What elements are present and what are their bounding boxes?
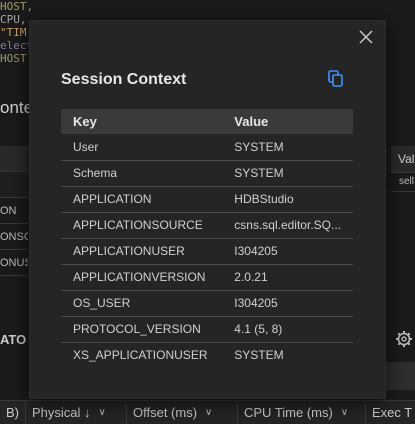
- table-row: APPLICATIONSOURCE csns.sql.editor.SQ...: [61, 212, 353, 239]
- background-input[interactable]: [383, 362, 415, 390]
- background-column-headers: B) Physical ↓ ∨ Offset (ms) ∨ CPU Time (…: [0, 400, 415, 424]
- column-header[interactable]: B): [0, 401, 26, 424]
- close-icon: [359, 30, 373, 44]
- column-header-label: CPU Time (ms): [244, 405, 333, 420]
- column-header-label: Physical ↓: [32, 405, 91, 420]
- key-cell: APPLICATIONVERSION: [61, 264, 223, 291]
- background-value-cell: sell: [391, 172, 415, 192]
- key-cell: PROTOCOL_VERSION: [61, 316, 223, 343]
- table-row: OS_USER I304205: [61, 290, 353, 317]
- key-cell: APPLICATIONSOURCE: [61, 212, 223, 239]
- background-row: ONSOU: [0, 224, 28, 250]
- session-context-table: Key Value User SYSTEM Schema SYSTEM APPL…: [61, 109, 353, 368]
- background-left-rows: ON ONSOU ONUSE: [0, 172, 28, 276]
- table-row: APPLICATIONVERSION 2.0.21: [61, 264, 353, 291]
- background-table-header: [0, 146, 28, 172]
- column-header-exec-time[interactable]: Exec T: [366, 401, 415, 424]
- value-cell: SYSTEM: [222, 160, 353, 187]
- table-row: Schema SYSTEM: [61, 160, 353, 187]
- key-cell: APPLICATIONUSER: [61, 238, 223, 265]
- key-cell: APPLICATION: [61, 186, 223, 213]
- table-row: APPLICATION HDBStudio: [61, 186, 353, 213]
- background-row: ON: [0, 198, 28, 224]
- table-header-row: Key Value: [61, 109, 353, 134]
- value-cell: 4.1 (5, 8): [222, 316, 353, 343]
- key-cell: XS_APPLICATIONUSER: [73, 348, 208, 363]
- background-row: [0, 172, 28, 198]
- column-header-cpu-time[interactable]: CPU Time (ms) ∨: [238, 401, 366, 424]
- value-cell: I304205: [222, 238, 353, 265]
- code-line: HOST,: [0, 0, 34, 13]
- table-row: XS_APPLICATIONUSER SYSTEM: [61, 342, 353, 368]
- chevron-down-icon: ∨: [340, 407, 349, 418]
- column-header-label: B): [6, 405, 19, 420]
- chevron-down-icon: ∨: [98, 407, 106, 418]
- column-header-label: Offset (ms): [133, 405, 198, 420]
- value-cell: 2.0.21: [222, 264, 353, 291]
- session-context-dialog: Session Context Key Value User SYSTEM Sc…: [29, 20, 386, 399]
- background-section-title: ATO: [0, 332, 27, 347]
- value-cell: HDBStudio: [222, 186, 353, 213]
- key-cell: OS_USER: [61, 290, 223, 317]
- background-value-header: Val: [391, 146, 415, 172]
- dialog-title: Session Context: [61, 71, 187, 88]
- value-cell: I304205: [222, 290, 353, 317]
- column-header-offset[interactable]: Offset (ms) ∨: [127, 401, 238, 424]
- value-cell: SYSTEM: [222, 134, 353, 161]
- key-cell: User: [61, 134, 223, 161]
- column-header-physical[interactable]: Physical ↓ ∨: [26, 401, 127, 424]
- background-row: ONUSE: [0, 250, 28, 276]
- chevron-down-icon: ∨: [205, 407, 213, 418]
- table-row: PROTOCOL_VERSION 4.1 (5, 8): [61, 316, 353, 343]
- gear-icon[interactable]: [395, 330, 413, 348]
- column-header-value: Value: [222, 109, 353, 134]
- copy-button[interactable]: [327, 69, 345, 89]
- value-cell: SYSTEM: [234, 348, 284, 363]
- table-row: APPLICATIONUSER I304205: [61, 238, 353, 265]
- column-header-label: Exec T: [372, 405, 413, 420]
- table-row: User SYSTEM: [61, 134, 353, 161]
- close-button[interactable]: [355, 26, 377, 48]
- column-header-key: Key: [61, 109, 223, 134]
- copy-icon: [328, 70, 343, 87]
- value-cell: csns.sql.editor.SQ...: [222, 212, 353, 239]
- key-cell: Schema: [61, 160, 223, 187]
